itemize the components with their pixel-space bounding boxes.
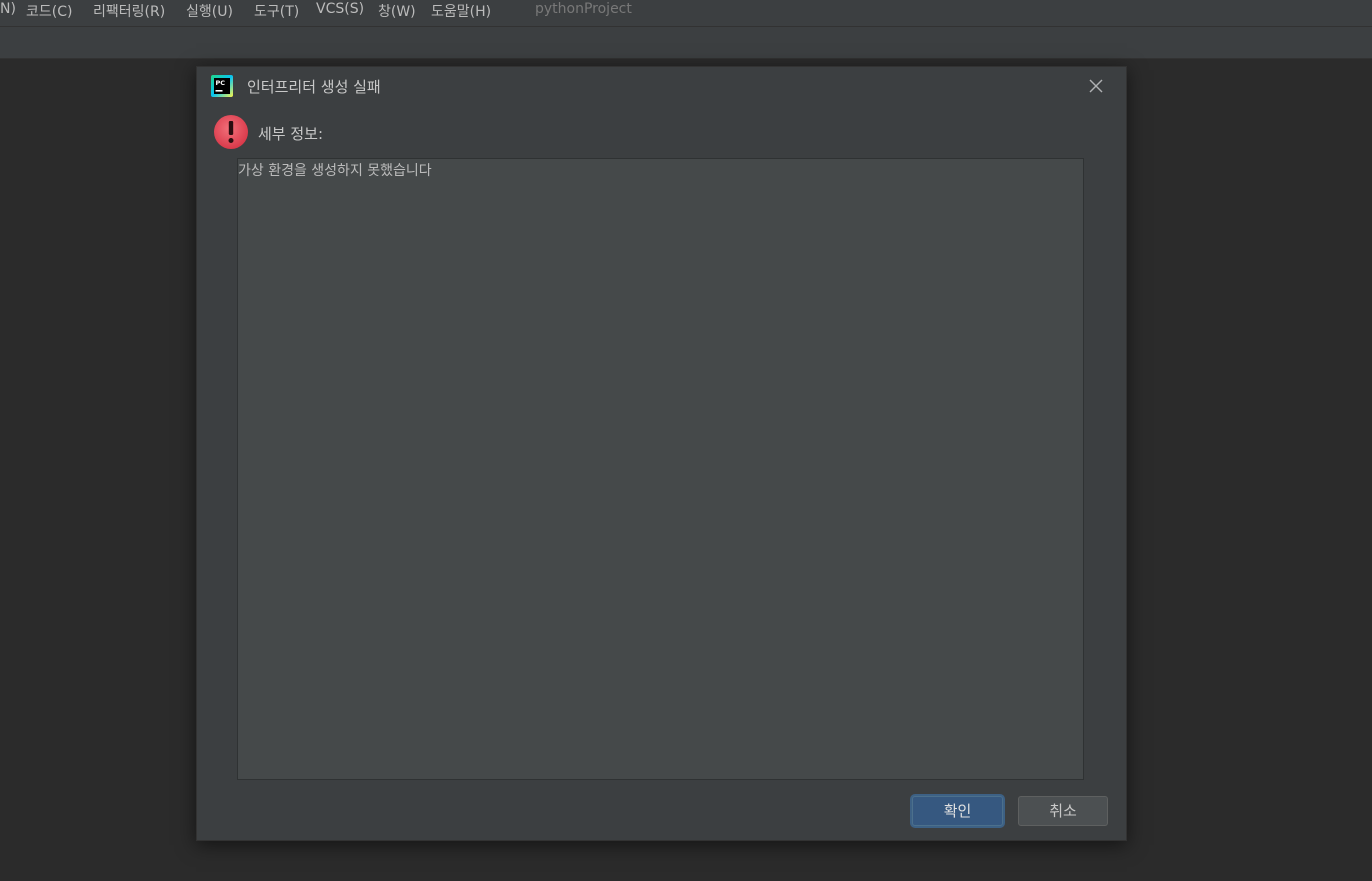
ok-button[interactable]: 확인 — [912, 796, 1003, 826]
cancel-button[interactable]: 취소 — [1018, 796, 1108, 826]
menu-item-run[interactable]: 실행(U) — [186, 1, 233, 21]
menu-bar: N) 코드(C) 리팩터링(R) 실행(U) 도구(T) VCS(S) 창(W)… — [0, 0, 1372, 27]
details-text: 가상 환경을 생성하지 못했습니다 — [238, 163, 432, 179]
dialog-title-bar[interactable]: PC 인터프리터 생성 실패 — [197, 67, 1126, 105]
menu-item-code[interactable]: 코드(C) — [26, 1, 72, 21]
menu-item-tools[interactable]: 도구(T) — [254, 1, 299, 21]
error-dialog: PC 인터프리터 생성 실패 세부 정보: 가상 환경을 생성하지 못했습니다 … — [196, 66, 1127, 841]
ide-window: N) 코드(C) 리팩터링(R) 실행(U) 도구(T) VCS(S) 창(W)… — [0, 0, 1372, 881]
menu-item-help[interactable]: 도움말(H) — [431, 1, 491, 21]
details-label: 세부 정보: — [258, 125, 324, 143]
toolbar — [0, 27, 1372, 59]
pycharm-icon: PC — [211, 75, 233, 97]
menu-item-window[interactable]: 창(W) — [378, 1, 416, 21]
error-icon — [213, 114, 249, 150]
dialog-title: 인터프리터 생성 실패 — [247, 78, 381, 96]
menu-item-refactor[interactable]: 리팩터링(R) — [93, 1, 165, 21]
menu-item-truncated[interactable]: N) — [0, 1, 16, 17]
details-text-area[interactable]: 가상 환경을 생성하지 못했습니다 — [237, 158, 1084, 780]
project-name: pythonProject — [535, 1, 632, 17]
close-icon[interactable] — [1085, 75, 1107, 97]
svg-text:PC: PC — [216, 79, 226, 87]
menu-item-vcs[interactable]: VCS(S) — [316, 1, 364, 17]
